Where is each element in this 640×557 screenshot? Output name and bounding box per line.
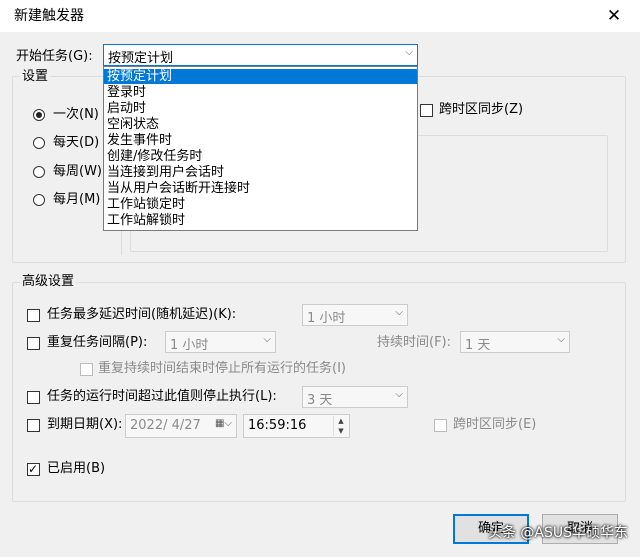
- spin-up-down-icon[interactable]: ▲ ▼: [333, 416, 348, 436]
- title-bar: [0, 0, 640, 32]
- expire-checkbox[interactable]: [27, 419, 40, 432]
- dropdown-option[interactable]: 工作站解锁时: [104, 213, 417, 228]
- dropdown-option[interactable]: 创建/修改任务时: [104, 149, 417, 164]
- duration-value: 1 天: [465, 338, 491, 353]
- chevron-down-icon: ⌵: [263, 334, 271, 345]
- radio-once[interactable]: [33, 109, 45, 121]
- dropdown-option[interactable]: 按预定计划: [104, 69, 417, 84]
- stop-after-label: 任务的运行时间超过此值则停止执行(L):: [47, 389, 277, 404]
- dropdown-option[interactable]: 发生事件时: [104, 133, 417, 148]
- delay-value: 1 小时: [307, 311, 346, 326]
- begin-task-label: 开始任务(G):: [16, 49, 93, 64]
- repeat-interval-value: 1 小时: [170, 338, 209, 353]
- enabled-label: 已启用(B): [47, 461, 106, 476]
- chevron-down-icon: ⌵: [557, 334, 565, 345]
- expire-sync-checkbox[interactable]: [434, 419, 447, 432]
- stop-after-combo[interactable]: 3 天 ⌵: [302, 386, 408, 408]
- expire-time-value: 16:59:16: [248, 418, 307, 433]
- dropdown-option[interactable]: 工作站锁定时: [104, 197, 417, 212]
- enabled-checkbox[interactable]: ✓: [27, 462, 40, 476]
- stop-after-checkbox[interactable]: [27, 391, 40, 404]
- radio-weekly-label: 每周(W): [53, 164, 102, 179]
- expire-date-picker[interactable]: 2022/ 4/27 ▦⌵: [125, 414, 237, 438]
- dropdown-option[interactable]: 启动时: [104, 101, 417, 116]
- radio-monthly[interactable]: [33, 194, 45, 206]
- expire-date-value: 2022/ 4/27: [130, 418, 201, 433]
- duration-combo[interactable]: 1 天 ⌵: [460, 331, 570, 353]
- sync-timezone-label: 跨时区同步(Z): [439, 102, 524, 117]
- expire-sync-label: 跨时区同步(E): [453, 417, 537, 432]
- dropdown-option[interactable]: 当从用户会话断开连接时: [104, 181, 417, 196]
- stop-all-label: 重复持续时间结束时停止所有运行的任务(I): [98, 361, 346, 376]
- chevron-down-icon: ⌵: [395, 307, 403, 318]
- delay-label: 任务最多延迟时间(随机延迟)(K):: [47, 307, 237, 322]
- sync-timezone-checkbox[interactable]: [420, 104, 433, 117]
- dropdown-option[interactable]: 登录时: [104, 85, 417, 100]
- repeat-checkbox[interactable]: [27, 337, 40, 350]
- close-icon[interactable]: ✕: [602, 4, 626, 28]
- stop-all-checkbox[interactable]: [80, 363, 93, 376]
- begin-task-value: 按预定计划: [108, 51, 174, 66]
- radio-daily[interactable]: [33, 137, 45, 149]
- dropdown-option[interactable]: 当连接到用户会话时: [104, 165, 417, 180]
- dropdown-option[interactable]: 空闲状态: [104, 117, 417, 132]
- radio-monthly-label: 每月(M): [53, 192, 101, 207]
- window-title: 新建触发器: [14, 8, 84, 24]
- advanced-legend: 高级设置: [20, 274, 77, 290]
- radio-weekly[interactable]: [33, 166, 45, 178]
- chevron-down-icon: ⌵: [395, 389, 403, 400]
- delay-checkbox[interactable]: [27, 309, 40, 322]
- expire-time-field[interactable]: 16:59:16 ▲ ▼: [243, 414, 350, 438]
- radio-once-label: 一次(N): [53, 107, 99, 122]
- calendar-icon: ▦⌵: [214, 418, 232, 429]
- repeat-label: 重复任务间隔(P):: [47, 335, 148, 350]
- begin-task-dropdown-list: 按预定计划 登录时 启动时 空闲状态 发生事件时 创建/修改任务时 当连接到用户…: [103, 66, 418, 231]
- repeat-interval-combo[interactable]: 1 小时 ⌵: [165, 331, 276, 353]
- duration-label: 持续时间(F):: [377, 335, 452, 350]
- expire-label: 到期日期(X):: [47, 417, 123, 432]
- radio-daily-label: 每天(D): [53, 135, 100, 150]
- chevron-down-icon: ⌵: [405, 47, 413, 58]
- settings-legend: 设置: [20, 69, 51, 85]
- stop-after-value: 3 天: [307, 393, 333, 408]
- watermark-text: 头条 @ASUS华硕华东: [487, 525, 628, 541]
- begin-task-combo[interactable]: 按预定计划 ⌵: [103, 44, 418, 66]
- delay-combo[interactable]: 1 小时 ⌵: [302, 304, 408, 326]
